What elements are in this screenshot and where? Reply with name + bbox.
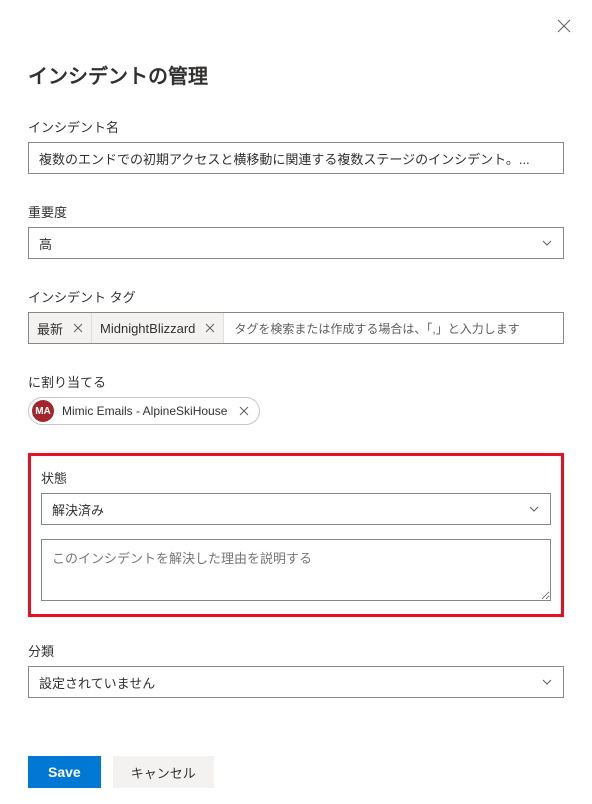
chevron-down-icon [541,237,553,249]
close-button[interactable] [556,18,572,34]
status-highlight-box: 状態 解決済み [28,453,564,617]
tag-text: MidnightBlizzard [100,321,195,336]
severity-select[interactable]: 高 [28,227,564,259]
status-select[interactable]: 解決済み [41,493,551,525]
status-value: 解決済み [52,500,104,519]
status-label: 状態 [41,468,551,487]
chevron-down-icon [541,676,553,688]
classification-value: 設定されていません [39,673,155,692]
save-button[interactable]: Save [28,756,101,788]
assignee-remove-icon[interactable] [239,406,249,416]
panel-title: インシデントの管理 [28,60,564,89]
avatar: MA [32,400,54,422]
severity-label: 重要度 [28,202,564,221]
tag-remove-icon[interactable] [73,323,83,333]
tag-chip: 最新 [29,313,92,343]
assignee-name: Mimic Emails - AlpineSkiHouse [62,404,227,418]
tag-text: 最新 [37,319,63,338]
severity-value: 高 [39,234,52,253]
classification-label: 分類 [28,641,564,660]
tags-input[interactable]: 最新 MidnightBlizzard タグを検索または作成する場合は、「,」と… [28,312,564,344]
tag-chip: MidnightBlizzard [92,313,224,343]
tags-placeholder[interactable]: タグを検索または作成する場合は、「,」と入力します [224,313,563,343]
chevron-down-icon [528,503,540,515]
resolution-reason-textarea[interactable] [41,539,551,601]
assignee-chip: MA Mimic Emails - AlpineSkiHouse [28,397,260,425]
tag-remove-icon[interactable] [205,323,215,333]
tags-label: インシデント タグ [28,287,564,306]
incident-name-label: インシデント名 [28,117,564,136]
cancel-button[interactable]: キャンセル [113,756,214,788]
incident-name-input[interactable] [28,142,564,174]
assign-to-label: に割り当てる [28,372,564,391]
classification-select[interactable]: 設定されていません [28,666,564,698]
